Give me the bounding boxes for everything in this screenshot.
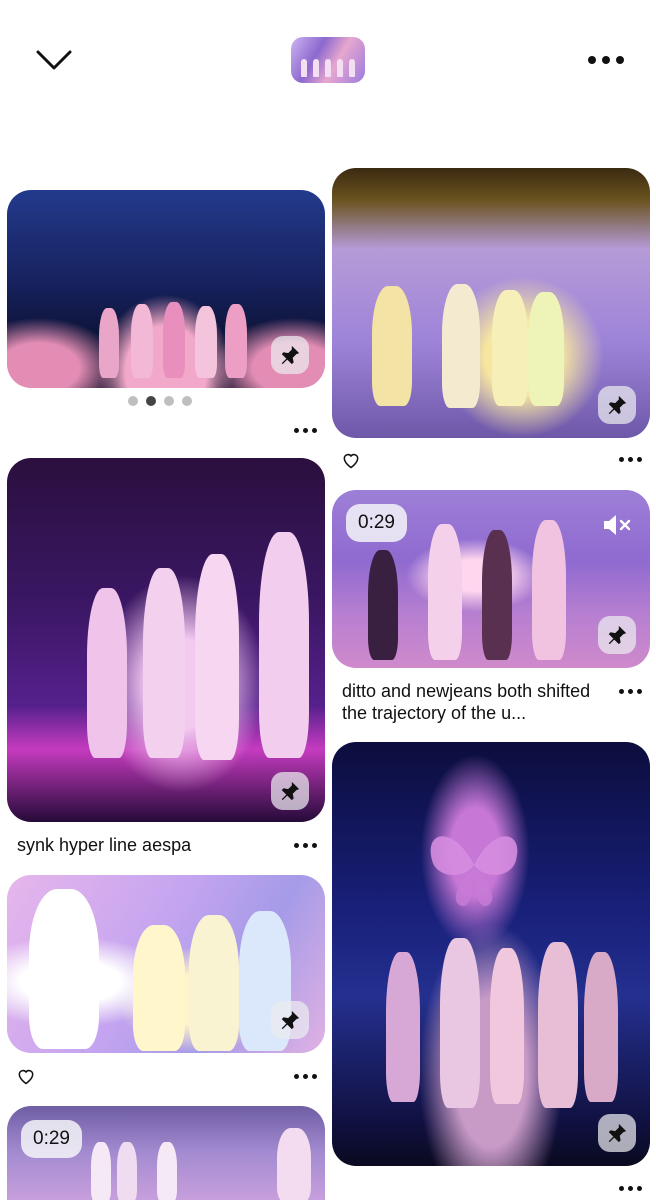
carousel-dot	[128, 396, 138, 406]
pin-icon[interactable]	[271, 1001, 309, 1039]
carousel-indicator	[128, 396, 192, 408]
carousel-dot	[164, 396, 174, 406]
pin-title[interactable]: synk hyper line aespa	[17, 834, 285, 856]
mute-icon[interactable]	[602, 512, 632, 538]
pin-video-stage-lights[interactable]: 0:29	[7, 1106, 325, 1200]
more-options-icon[interactable]	[619, 455, 643, 463]
pin-image-stage-yellow-lights[interactable]	[332, 168, 650, 438]
pin-icon[interactable]	[598, 616, 636, 654]
more-options-icon[interactable]	[294, 1072, 318, 1080]
pin-icon[interactable]	[598, 1114, 636, 1152]
video-duration-badge: 0:29	[346, 504, 407, 542]
pin-icon[interactable]	[271, 772, 309, 810]
pin-image-pastel-group[interactable]	[7, 875, 325, 1053]
pin-image-butterfly-stage[interactable]	[332, 742, 650, 1166]
carousel-dot	[182, 396, 192, 406]
more-options-icon[interactable]	[294, 426, 318, 434]
pin-title[interactable]: ditto and newjeans both shifted the traj…	[342, 680, 612, 724]
chevron-down-icon[interactable]	[34, 44, 74, 74]
more-options-icon[interactable]	[294, 841, 318, 849]
top-bar	[0, 0, 656, 130]
board-thumbnail[interactable]	[291, 37, 365, 83]
more-options-icon[interactable]	[619, 1184, 643, 1192]
butterfly-graphic	[430, 836, 518, 907]
heart-icon[interactable]	[341, 450, 361, 470]
pin-image-aespa-stage[interactable]	[7, 458, 325, 822]
carousel-dot-active	[146, 396, 156, 406]
pin-icon[interactable]	[271, 336, 309, 374]
pin-image-stage-night-sky[interactable]	[7, 190, 325, 388]
pin-video-newjeans[interactable]: 0:29	[332, 490, 650, 668]
more-options-icon[interactable]	[619, 687, 643, 695]
heart-icon[interactable]	[16, 1066, 36, 1086]
more-options-icon[interactable]	[586, 52, 626, 68]
pin-icon[interactable]	[598, 386, 636, 424]
video-duration-badge: 0:29	[21, 1120, 82, 1158]
